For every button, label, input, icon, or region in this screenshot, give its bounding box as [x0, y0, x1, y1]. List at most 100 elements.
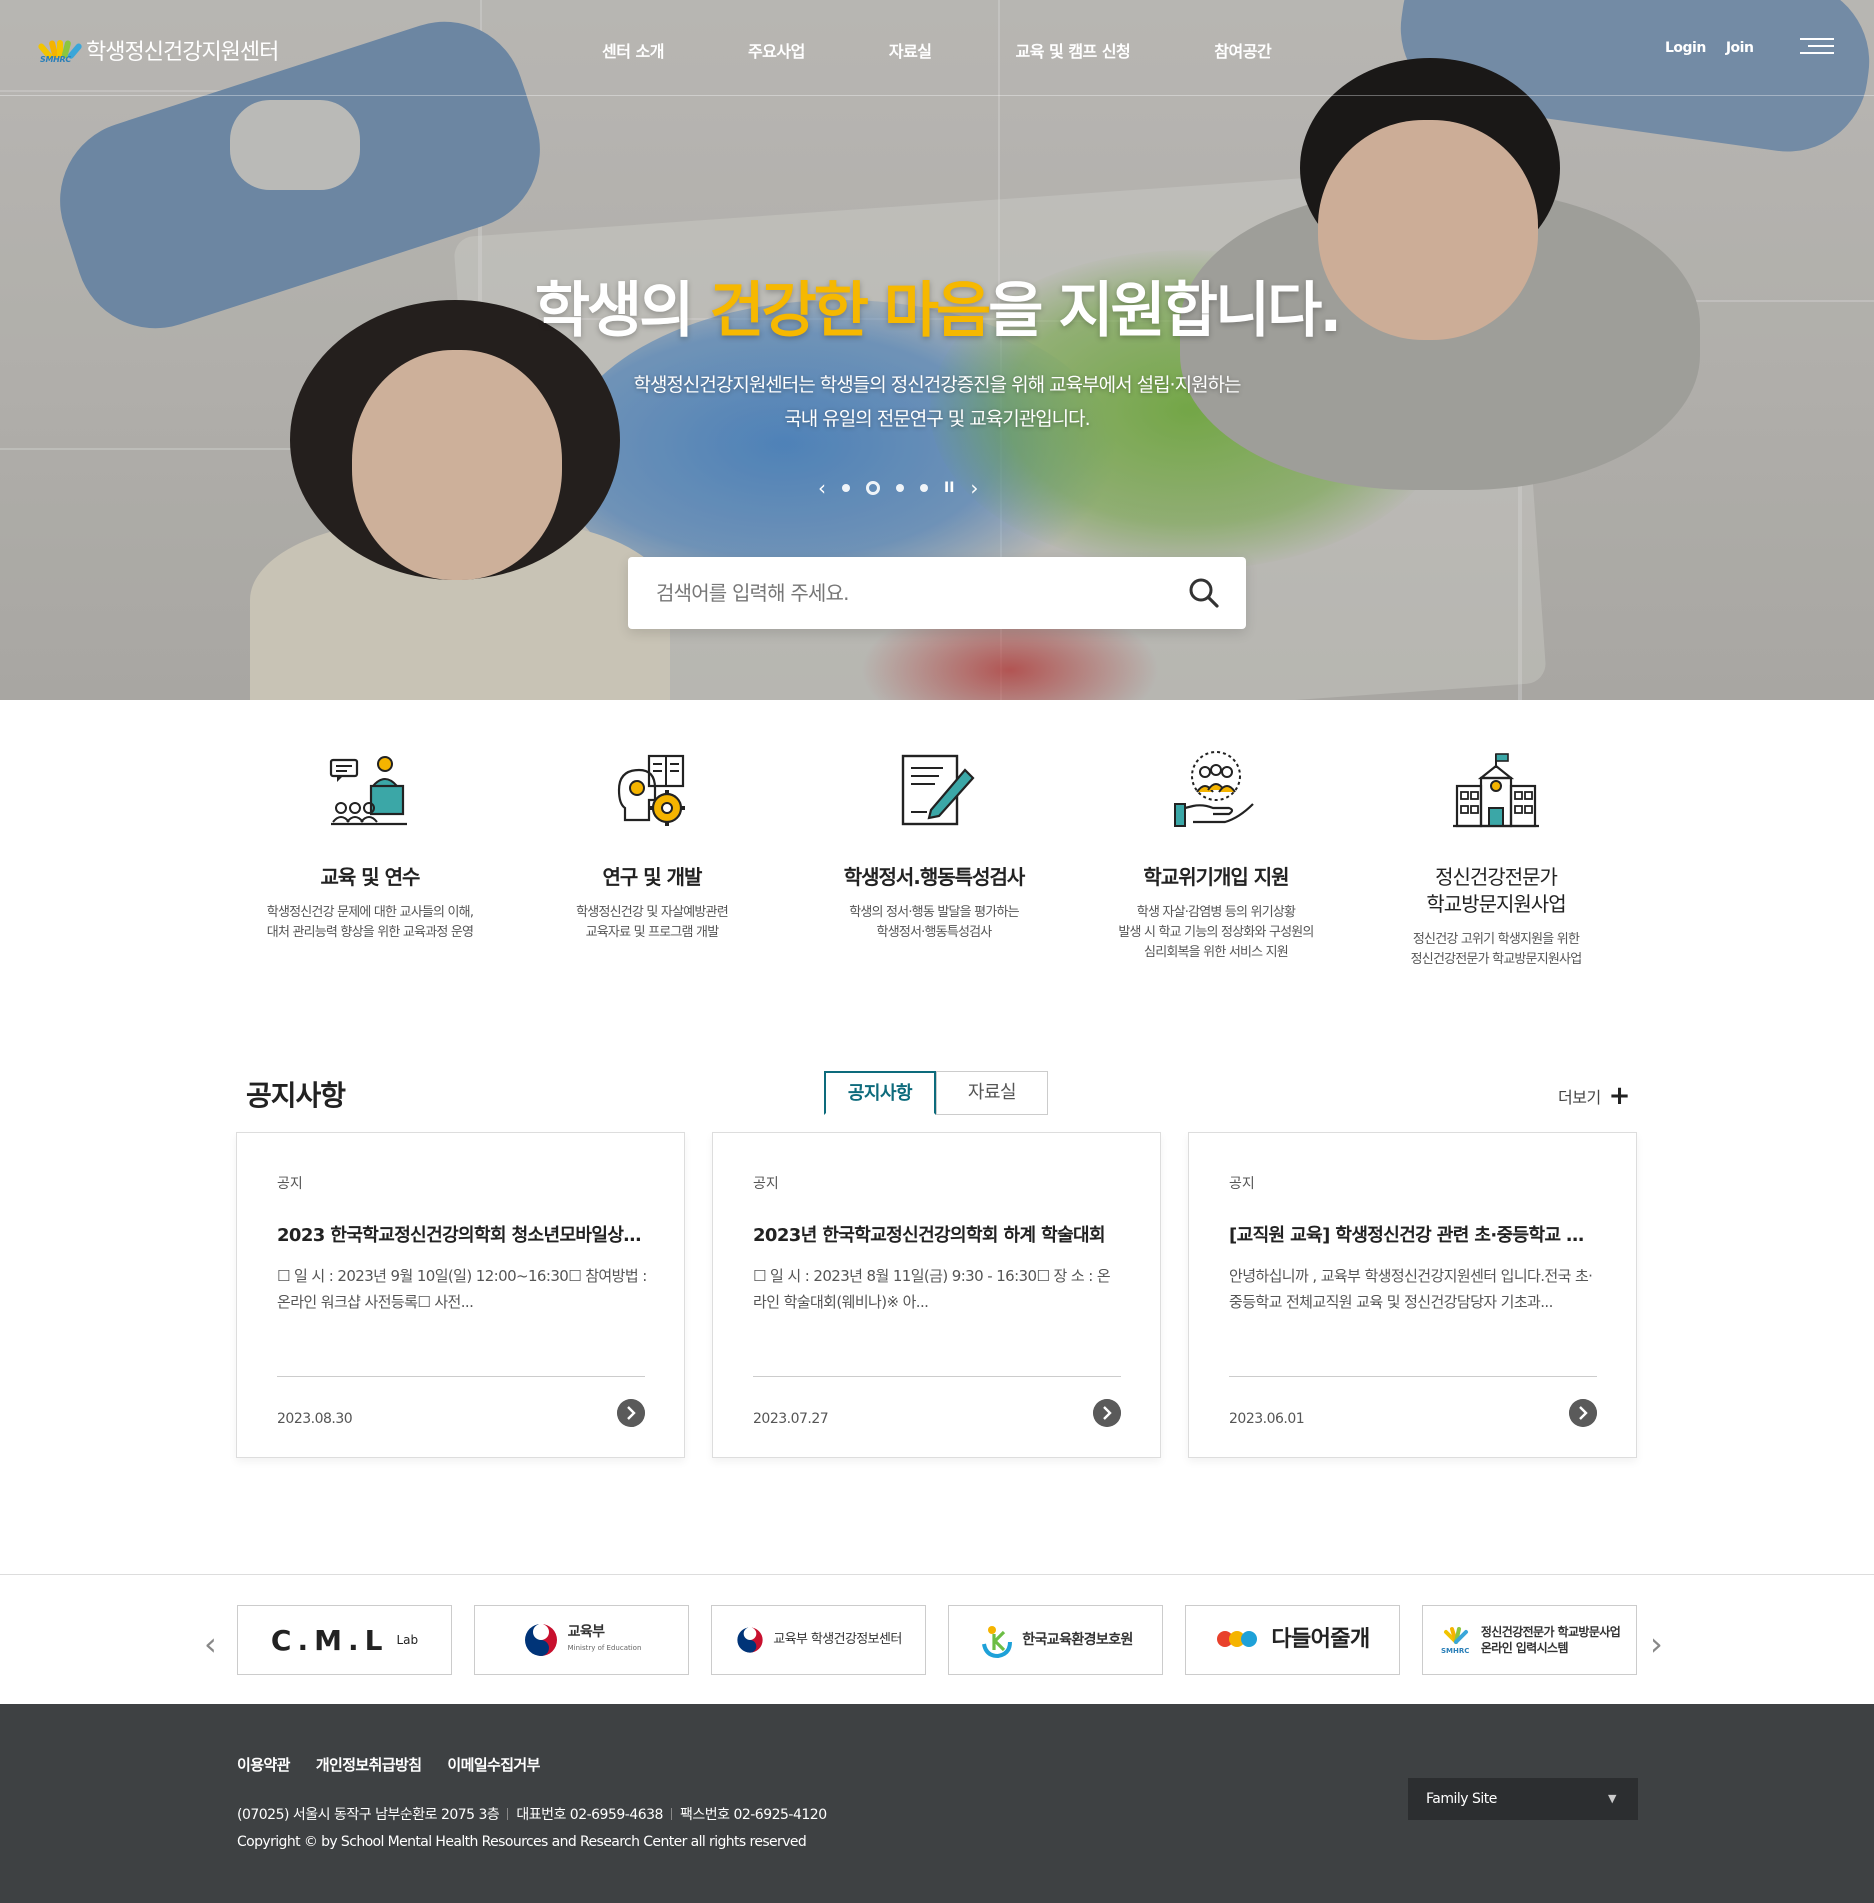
notice-title[interactable]: [교직원 교육] 학생정신건강 관련 초·중등학교 교직원 교육 안내	[1229, 1221, 1599, 1247]
notice-card[interactable]: 공지 2023년 한국학교정신건강의학회 하계 학술대회 ☐ 일 시 : 202…	[712, 1132, 1161, 1458]
slider-dot[interactable]	[896, 484, 904, 492]
site-header: SMHRC 학생정신건강지원센터 센터 소개 주요사업 자료실 교육 및 캠프 …	[0, 0, 1874, 96]
site-footer: 이용약관 개인정보취급방침 이메일수집거부 (07025) 서울시 동작구 남부…	[0, 1704, 1874, 1903]
service-item-school-visit[interactable]: 정신건강전문가 학교방문지원사업 정신건강 고위기 학생지원을 위한 정신건강전…	[1356, 750, 1636, 970]
notice-category: 공지	[753, 1176, 779, 1192]
research-gear-icon	[617, 754, 685, 826]
search-box	[628, 557, 1246, 629]
hero-title-before: 학생의	[534, 276, 710, 346]
service-desc: 학생정신건강 및 자살예방관련 교육자료 및 프로그램 개발	[576, 905, 729, 940]
service-desc: 정신건강 고위기 학생지원을 위한 정신건강전문가 학교방문지원사업	[1410, 932, 1583, 967]
login-link[interactable]: Login	[1665, 40, 1706, 56]
family-site-select[interactable]: Family Site ▼	[1408, 1778, 1638, 1820]
notice-desc: ☐ 일 시 : 2023년 8월 11일(금) 9:30 - 16:30☐ 장 …	[753, 1267, 1111, 1311]
partner-prev-icon[interactable]: ‹	[204, 1625, 217, 1663]
services-section: 교육 및 연수 학생정신건강 문제에 대한 교사들의 이해, 대처 관리능력 향…	[230, 750, 1640, 980]
nav-item-main-projects[interactable]: 주요사업	[748, 38, 805, 62]
footer-link-email-refusal[interactable]: 이메일수집거부	[447, 1754, 540, 1775]
caret-down-icon: ▼	[1608, 1792, 1616, 1805]
hero-subtitle: 학생정신건강지원센터는 학생들의 정신건강증진을 위해 교육부에서 설립·지원하…	[0, 368, 1874, 436]
search-input[interactable]	[656, 575, 1156, 611]
slider-pause-icon[interactable]: II	[944, 480, 954, 496]
arrow-right-circle-icon[interactable]	[1569, 1399, 1597, 1427]
notice-card[interactable]: 공지 [교직원 교육] 학생정신건강 관련 초·중등학교 교직원 교육 안내 안…	[1188, 1132, 1637, 1458]
slider-dot-active[interactable]	[866, 481, 880, 495]
service-item-crisis[interactable]: 학교위기개입 지원 학생 자살·감염병 등의 위기상황 발생 시 학교 기능의 …	[1076, 750, 1356, 963]
notice-cards: 공지 2023 한국학교정신건강의학회 청소년모바일상담 신규 연수 ☐ 일 시…	[236, 1132, 1638, 1458]
more-button[interactable]: 더보기 +	[1558, 1081, 1631, 1111]
service-desc: 학생의 정서·행동 발달을 평가하는 학생정서·행동특성검사	[849, 905, 1019, 940]
footer-links: 이용약관 개인정보취급방침 이메일수집거부	[237, 1754, 540, 1775]
taegeuk-logo-icon	[737, 1627, 763, 1653]
slider-prev-icon[interactable]: ‹	[818, 476, 826, 500]
slider-next-icon[interactable]: ›	[970, 476, 978, 500]
partner-label: 교육부 Ministry of Education	[568, 1624, 642, 1656]
footer-link-privacy[interactable]: 개인정보취급방침	[316, 1754, 422, 1775]
notice-desc: 안녕하십니까 , 교육부 학생정신건강지원센터 입니다.전국 초·중등학교 전체…	[1229, 1267, 1593, 1311]
tab-archive[interactable]: 자료실	[936, 1071, 1048, 1115]
partner-name: 다들어줄개	[1271, 1627, 1370, 1652]
family-site-label: Family Site	[1426, 1791, 1497, 1807]
partner-kedu-env[interactable]: 한국교육환경보호원	[948, 1605, 1163, 1675]
service-item-assessment[interactable]: 학생정서.행동특성검사 학생의 정서·행동 발달을 평가하는 학생정서·행동특성…	[794, 750, 1074, 943]
arrow-right-circle-icon[interactable]	[1093, 1399, 1121, 1427]
join-link[interactable]: Join	[1726, 40, 1754, 56]
service-title: 연구 및 개발	[602, 865, 703, 889]
notice-section-title: 공지사항	[246, 1079, 346, 1112]
separator	[670, 1808, 672, 1820]
partner-smhrc-online[interactable]: SMHRC 정신건강전문가 학교방문사업 온라인 입력시스템	[1422, 1605, 1637, 1675]
partner-name: 교육부 학생건강정보센터	[773, 1632, 902, 1647]
partner-moe[interactable]: 교육부 Ministry of Education	[474, 1605, 689, 1675]
service-item-research[interactable]: 연구 및 개발 학생정신건강 및 자살예방관련 교육자료 및 프로그램 개발	[512, 750, 792, 943]
logo-text: 학생정신건강지원센터	[86, 40, 279, 65]
footer-link-terms[interactable]: 이용약관	[237, 1754, 290, 1775]
service-title: 학교위기개입 지원	[1143, 865, 1289, 889]
tab-notice[interactable]: 공지사항	[824, 1071, 936, 1115]
partner-name: 교육부	[567, 1624, 605, 1640]
partner-name: 한국교육환경보호원	[1022, 1632, 1133, 1648]
divider	[753, 1376, 1121, 1377]
footer-fax: 팩스번호 02-6925-4120	[679, 1807, 827, 1823]
notice-tabs: 공지사항 자료실	[824, 1071, 1048, 1115]
footer-copyright: Copyright © by School Mental Health Reso…	[237, 1834, 807, 1850]
site-logo[interactable]: SMHRC 학생정신건강지원센터	[37, 34, 279, 66]
service-desc: 학생정신건강 문제에 대한 교사들의 이해, 대처 관리능력 향상을 위한 교육…	[266, 905, 474, 940]
hero-title-highlight: 건강한 마음	[709, 276, 991, 346]
slider-controls: ‹ II ›	[818, 476, 1058, 500]
notice-desc: ☐ 일 시 : 2023년 9월 10일(일) 12:00~16:30☐ 참여방…	[277, 1267, 647, 1311]
footer-address: (07025) 서울시 동작구 남부순환로 2075 3층	[237, 1807, 500, 1823]
school-building-icon	[1453, 753, 1539, 828]
more-label: 더보기	[1558, 1088, 1601, 1107]
slider-dot[interactable]	[842, 484, 850, 492]
nav-item-center-intro[interactable]: 센터 소개	[602, 38, 664, 62]
partner-health-info[interactable]: 교육부 학생건강정보센터	[711, 1605, 926, 1675]
main-nav: 센터 소개 주요사업 자료실 교육 및 캠프 신청 참여공간	[602, 38, 1355, 62]
nav-item-archive[interactable]: 자료실	[889, 38, 932, 62]
logo-flower-icon: SMHRC	[37, 36, 83, 64]
partner-name: C.M.L	[270, 1623, 389, 1657]
service-title: 정신건강전문가 학교방문지원사업	[1426, 865, 1566, 916]
notice-date: 2023.07.27	[753, 1411, 829, 1427]
service-item-education[interactable]: 교육 및 연수 학생정신건강 문제에 대한 교사들의 이해, 대처 관리능력 향…	[230, 750, 510, 943]
taegeuk-logo-icon	[524, 1624, 557, 1656]
notice-title[interactable]: 2023 한국학교정신건강의학회 청소년모바일상담 신규 연수	[277, 1221, 647, 1247]
partner-daduleo[interactable]: 다들어줄개	[1185, 1605, 1400, 1675]
partner-name: 정신건강전문가 학교방문사업	[1480, 1625, 1621, 1639]
divider	[1229, 1376, 1597, 1377]
search-icon[interactable]	[1186, 575, 1222, 611]
hamburger-menu-icon[interactable]	[1800, 38, 1834, 58]
hero-banner: SMHRC 학생정신건강지원센터 센터 소개 주요사업 자료실 교육 및 캠프 …	[0, 0, 1874, 700]
slider-dot[interactable]	[920, 484, 928, 492]
notice-card[interactable]: 공지 2023 한국학교정신건강의학회 청소년모바일상담 신규 연수 ☐ 일 시…	[236, 1132, 685, 1458]
plus-icon: +	[1608, 1081, 1631, 1111]
partner-cml[interactable]: C.M.L Lab	[237, 1605, 452, 1675]
notice-title[interactable]: 2023년 한국학교정신건강의학회 하계 학술대회	[753, 1221, 1123, 1247]
footer-tel: 대표번호 02-6959-4638	[516, 1807, 663, 1823]
nav-item-education-camp[interactable]: 교육 및 캠프 신청	[1016, 38, 1131, 62]
nav-item-participation[interactable]: 참여공간	[1214, 38, 1271, 62]
partner-next-icon[interactable]: ›	[1650, 1625, 1663, 1663]
footer-address-line: (07025) 서울시 동작구 남부순환로 2075 3층 대표번호 02-69…	[237, 1804, 827, 1824]
notice-date: 2023.06.01	[1229, 1411, 1305, 1427]
hand-people-icon	[1174, 751, 1254, 827]
arrow-right-circle-icon[interactable]	[617, 1399, 645, 1427]
